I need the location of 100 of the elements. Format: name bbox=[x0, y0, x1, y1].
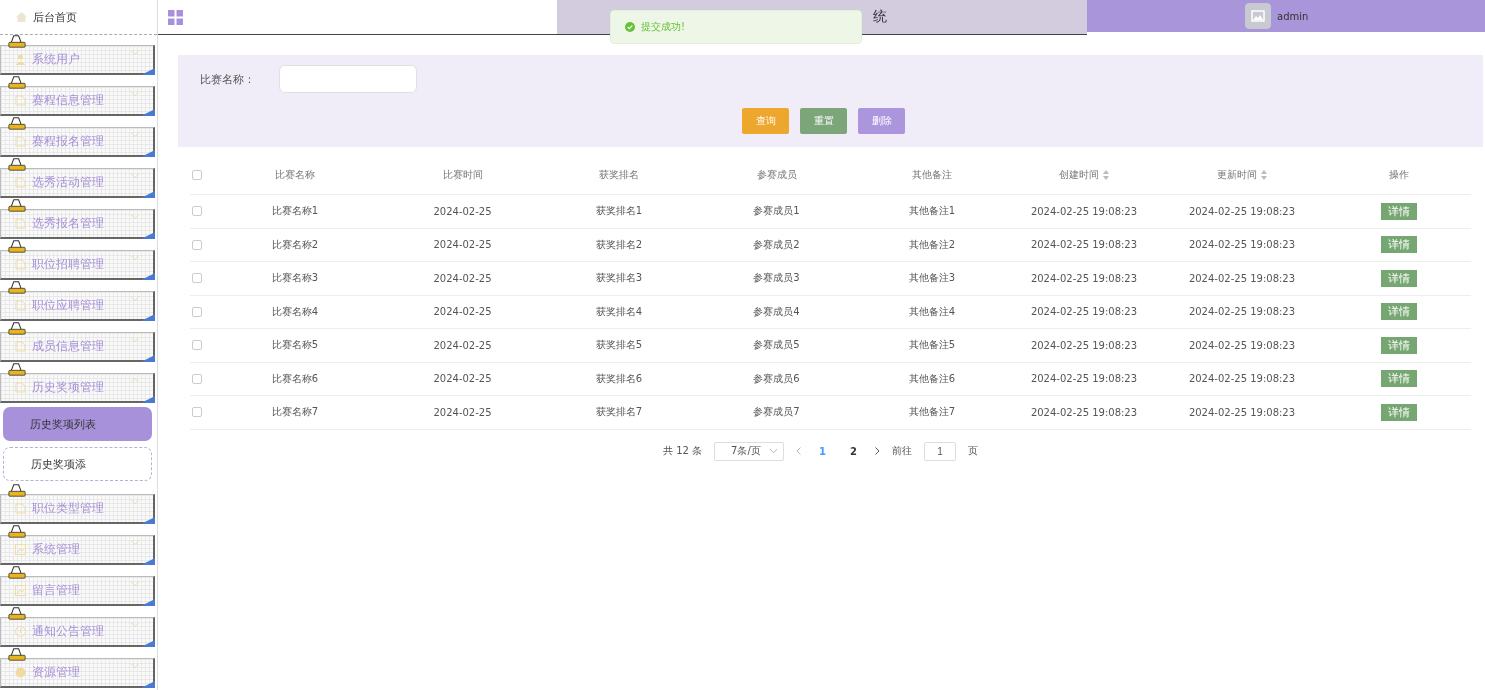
document-icon bbox=[15, 503, 26, 514]
table-cell: 比赛名称1 bbox=[271, 204, 319, 219]
chevron-down-icon bbox=[131, 91, 139, 96]
page-input[interactable]: 1 bbox=[924, 441, 956, 461]
chevron-down-icon bbox=[131, 581, 139, 586]
field-label: 比赛名称： bbox=[200, 71, 255, 87]
checkbox[interactable] bbox=[192, 306, 202, 317]
chevron-down-icon bbox=[131, 132, 139, 137]
next-page-icon[interactable] bbox=[875, 447, 880, 455]
sidebar-menu-item[interactable]: 选秀活动管理 bbox=[0, 168, 155, 198]
home-link[interactable]: 后台首页 bbox=[0, 0, 157, 35]
checkbox[interactable] bbox=[192, 169, 202, 180]
detail-button[interactable]: 详情 bbox=[1380, 336, 1417, 354]
binder-clip-icon bbox=[6, 35, 28, 48]
binder-clip-icon bbox=[6, 158, 28, 171]
document-icon bbox=[15, 177, 26, 188]
image-icon bbox=[15, 585, 26, 596]
avatar-image-icon[interactable] bbox=[1245, 3, 1271, 29]
binder-clip-icon bbox=[6, 281, 28, 294]
page-size-select[interactable]: 7条/页 bbox=[714, 441, 785, 461]
sidebar-menu-item[interactable]: 通知公告管理 bbox=[0, 617, 155, 647]
table-cell: 2024-02-25 19:08:23 bbox=[1188, 306, 1296, 318]
detail-button[interactable]: 详情 bbox=[1380, 202, 1417, 220]
page-number[interactable]: 2 bbox=[844, 445, 863, 457]
sort-icon[interactable] bbox=[1261, 169, 1267, 180]
table-cell: 2024-02-25 bbox=[433, 406, 492, 418]
column-header: 比赛时间 bbox=[442, 167, 483, 182]
table-cell: 参赛成员6 bbox=[753, 371, 800, 386]
table-cell: 2024-02-25 19:08:23 bbox=[1030, 272, 1138, 284]
column-header: 创建时间 bbox=[1059, 167, 1099, 182]
checkbox[interactable] bbox=[192, 206, 202, 217]
page-unit: 页 bbox=[968, 444, 978, 458]
table-cell: 2024-02-25 19:08:23 bbox=[1030, 406, 1138, 418]
binder-clip-icon bbox=[6, 199, 28, 212]
table-cell: 2024-02-25 bbox=[433, 272, 492, 284]
detail-button[interactable]: 详情 bbox=[1380, 236, 1417, 254]
table-cell: 2024-02-25 19:08:23 bbox=[1188, 406, 1296, 418]
table-cell: 获奖排名3 bbox=[595, 271, 643, 286]
sidebar-menu-item[interactable]: 成员信息管理 bbox=[0, 332, 155, 362]
table-cell: 比赛名称2 bbox=[271, 237, 319, 252]
sidebar-menu-item[interactable]: 历史奖项管理 bbox=[0, 373, 155, 403]
sidebar-menu-item[interactable]: 职位应聘管理 bbox=[0, 291, 155, 321]
sidebar-menu-item[interactable]: 系统用户 bbox=[0, 45, 155, 75]
info-icon bbox=[15, 626, 26, 637]
table-cell: 2024-02-25 19:08:23 bbox=[1188, 205, 1296, 217]
sidebar-menu-item[interactable]: 职位招聘管理 bbox=[0, 250, 155, 280]
chevron-down-icon bbox=[131, 214, 139, 219]
table-cell: 参赛成员7 bbox=[753, 405, 800, 420]
chevron-down-icon bbox=[131, 540, 139, 545]
chevron-down-icon bbox=[131, 499, 139, 504]
detail-button[interactable]: 详情 bbox=[1380, 303, 1417, 321]
sidebar-menu-item[interactable]: 职位类型管理 bbox=[0, 494, 155, 524]
table-cell: 其他备注1 bbox=[908, 204, 956, 219]
query-button[interactable]: 查询 bbox=[742, 108, 789, 134]
submenu-item[interactable]: 历史奖项列表 bbox=[3, 407, 152, 441]
detail-button[interactable]: 详情 bbox=[1380, 370, 1417, 388]
circle-icon bbox=[15, 667, 26, 678]
checkbox[interactable] bbox=[192, 239, 202, 250]
folded-corner-icon bbox=[141, 599, 155, 606]
goto-label: 前往 bbox=[892, 444, 912, 458]
detail-button[interactable]: 详情 bbox=[1380, 269, 1417, 287]
chevron-down-icon bbox=[131, 663, 139, 668]
submenu-item[interactable]: 历史奖项添 bbox=[3, 447, 152, 481]
column-header: 操作 bbox=[1388, 167, 1409, 182]
table-cell: 2024-02-25 19:08:23 bbox=[1030, 239, 1138, 251]
checkbox[interactable] bbox=[192, 373, 202, 384]
folded-corner-icon bbox=[141, 68, 155, 75]
sidebar-menu-item[interactable]: 资源管理 bbox=[0, 658, 155, 688]
reset-button[interactable]: 重置 bbox=[800, 108, 847, 134]
chevron-down-icon bbox=[770, 449, 778, 453]
image-icon bbox=[15, 544, 26, 555]
table-cell: 2024-02-25 bbox=[433, 339, 492, 351]
table-cell: 参赛成员5 bbox=[753, 338, 800, 353]
previous-page-icon[interactable] bbox=[796, 447, 802, 455]
sidebar-menu-item[interactable]: 赛程报名管理 bbox=[0, 127, 155, 157]
document-icon bbox=[15, 341, 26, 352]
checkbox[interactable] bbox=[192, 407, 202, 418]
table-cell: 其他备注7 bbox=[908, 405, 956, 420]
binder-clip-icon bbox=[6, 322, 28, 335]
checkbox[interactable] bbox=[192, 340, 202, 351]
binder-clip-icon bbox=[6, 648, 28, 661]
sidebar-menu-item[interactable]: 赛程信息管理 bbox=[0, 86, 155, 116]
delete-button[interactable]: 删除 bbox=[858, 108, 905, 134]
sidebar-menu-item[interactable]: 选秀报名管理 bbox=[0, 209, 155, 239]
document-icon bbox=[15, 95, 26, 106]
column-header: 获奖排名 bbox=[599, 167, 639, 182]
binder-clip-icon bbox=[6, 117, 28, 130]
chevron-down-icon bbox=[131, 296, 139, 301]
page-number[interactable]: 1 bbox=[813, 445, 833, 457]
folded-corner-icon bbox=[141, 150, 155, 157]
grid-menu-icon[interactable] bbox=[168, 9, 183, 25]
table-cell: 参赛成员3 bbox=[753, 271, 800, 286]
username: admin bbox=[1277, 10, 1309, 22]
checkbox[interactable] bbox=[192, 273, 202, 284]
sidebar-menu-item[interactable]: 留言管理 bbox=[0, 576, 155, 606]
input-field[interactable] bbox=[279, 65, 417, 93]
table-cell: 2024-02-25 19:08:23 bbox=[1188, 339, 1296, 351]
detail-button[interactable]: 详情 bbox=[1380, 403, 1417, 421]
sidebar-menu-item[interactable]: 系统管理 bbox=[0, 535, 155, 565]
sort-icon[interactable] bbox=[1103, 169, 1109, 180]
